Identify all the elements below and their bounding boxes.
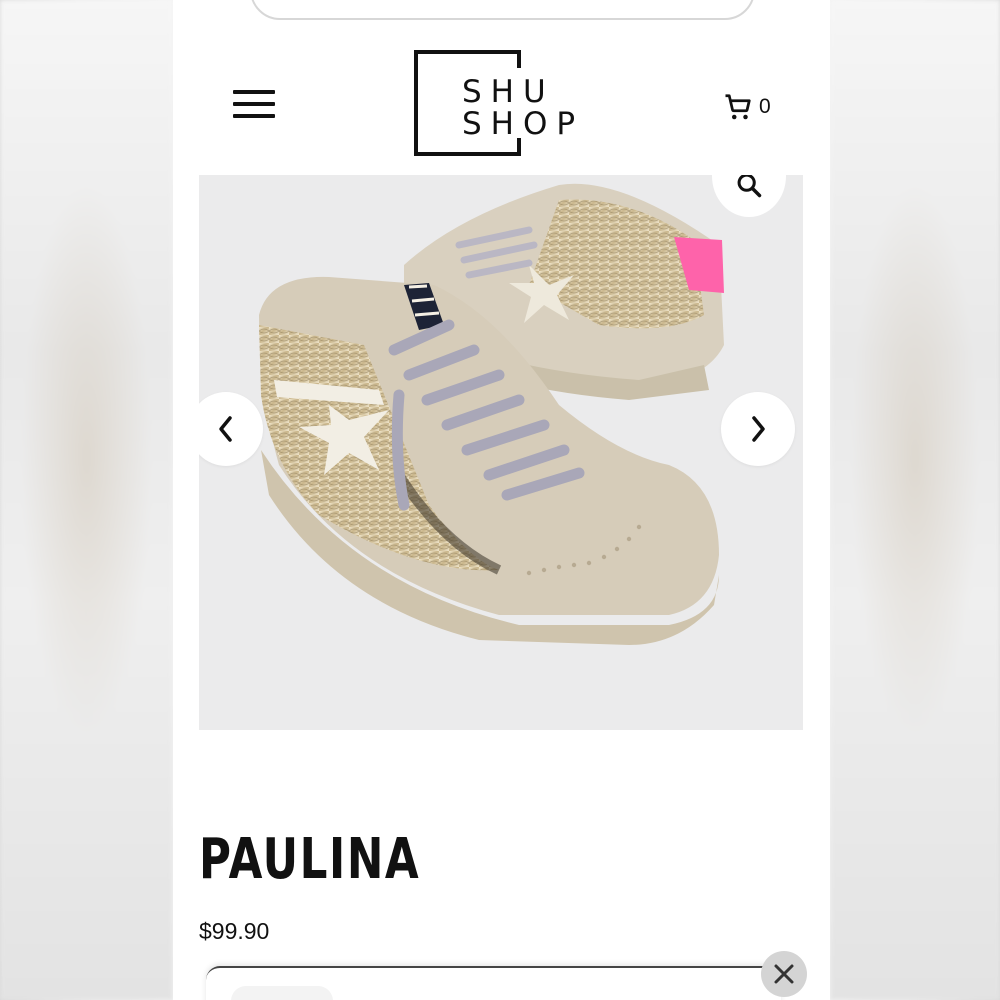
close-icon: [774, 964, 794, 984]
shopping-cart-icon: [725, 94, 751, 120]
shop-logo[interactable]: SHU SHOP: [412, 48, 597, 160]
cart-button[interactable]: 0: [723, 90, 771, 124]
background-blur-left: [0, 0, 173, 1000]
logo-text-line2: SHOP: [462, 106, 585, 142]
product-image: [259, 183, 724, 645]
chevron-left-icon: [219, 416, 232, 442]
hamburger-menu-icon[interactable]: [233, 90, 275, 120]
product-price: $99.90: [199, 918, 270, 944]
magnifier-icon: [737, 175, 762, 198]
close-button[interactable]: [761, 951, 807, 997]
bottom-sheet-chip[interactable]: [231, 986, 333, 1000]
cart-count: 0: [759, 95, 771, 118]
mobile-page: SHU SHOP 0 PAULINA $99.90: [173, 0, 830, 1000]
search-bar[interactable]: [250, 0, 755, 20]
product-title: PAULINA: [199, 827, 421, 892]
product-image-gallery[interactable]: [199, 175, 803, 730]
next-image-button[interactable]: [721, 392, 795, 466]
logo-text-line1: SHU: [462, 74, 555, 110]
background-blur-right: [830, 0, 1000, 1000]
chevron-right-icon: [752, 416, 765, 442]
